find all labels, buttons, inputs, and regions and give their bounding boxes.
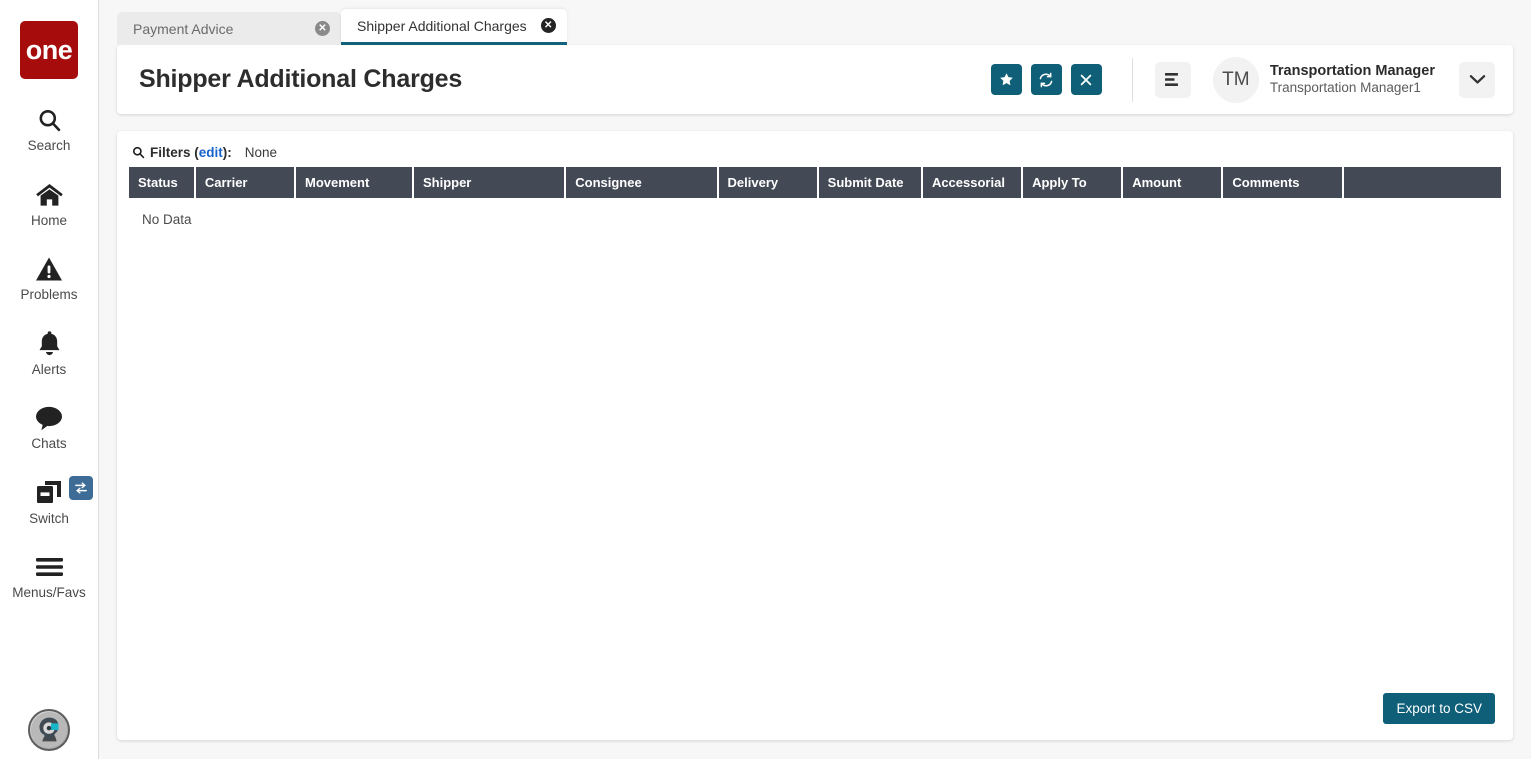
column-header-consignee[interactable]: Consignee bbox=[565, 167, 717, 198]
sidebar-item-menus-favs[interactable]: Menus/Favs bbox=[0, 552, 99, 601]
filters-paren-open: ( bbox=[191, 145, 199, 160]
close-circle-icon[interactable]: ✕ bbox=[315, 21, 330, 36]
swap-arrows-icon[interactable] bbox=[69, 476, 93, 500]
column-header-carrier[interactable]: Carrier bbox=[195, 167, 295, 198]
avatar[interactable]: TM bbox=[1213, 57, 1259, 103]
sidebar-item-problems[interactable]: Problems bbox=[0, 254, 99, 303]
header-actions: TM Transportation Manager Transportation… bbox=[982, 57, 1495, 103]
table-header-row: Status Carrier Movement Shipper Consigne… bbox=[129, 167, 1501, 198]
column-header-delivery[interactable]: Delivery bbox=[718, 167, 818, 198]
column-header-accessorial[interactable]: Accessorial bbox=[922, 167, 1022, 198]
page-title: Shipper Additional Charges bbox=[139, 65, 462, 94]
grid-card: Filters ( edit ) : None Status Carrier bbox=[117, 131, 1513, 740]
main-area: Payment Advice ✕ Shipper Additional Char… bbox=[99, 0, 1531, 759]
list-menu-icon bbox=[1164, 72, 1182, 87]
magnifier-icon bbox=[132, 146, 145, 159]
search-icon bbox=[36, 105, 63, 135]
list-menu-button[interactable] bbox=[1155, 62, 1191, 98]
problems-warning-icon bbox=[35, 254, 63, 284]
sidebar-item-label: Alerts bbox=[32, 362, 67, 378]
column-header-submit-date[interactable]: Submit Date bbox=[818, 167, 922, 198]
filters-colon: : bbox=[227, 145, 232, 160]
sidebar-item-home[interactable]: Home bbox=[0, 180, 99, 229]
column-header-comments[interactable]: Comments bbox=[1222, 167, 1343, 198]
sidebar-item-chats[interactable]: Chats bbox=[0, 403, 99, 452]
filters-bar: Filters ( edit ) : None bbox=[129, 143, 1501, 167]
chevron-down-icon bbox=[1469, 74, 1486, 85]
tab-shipper-additional-charges[interactable]: Shipper Additional Charges ✕ bbox=[341, 9, 567, 45]
left-sidebar: one Search Home bbox=[0, 0, 99, 759]
sidebar-item-search[interactable]: Search bbox=[0, 105, 99, 154]
close-button[interactable] bbox=[1071, 64, 1102, 95]
close-glyph: ✕ bbox=[544, 21, 552, 31]
filters-label: Filters bbox=[150, 145, 191, 160]
app-root: one Search Home bbox=[0, 0, 1531, 759]
column-header-status[interactable]: Status bbox=[129, 167, 195, 198]
column-header-apply-to[interactable]: Apply To bbox=[1022, 167, 1122, 198]
filters-edit-link[interactable]: edit bbox=[199, 145, 223, 160]
close-circle-icon[interactable]: ✕ bbox=[541, 18, 556, 33]
tab-payment-advice[interactable]: Payment Advice ✕ bbox=[117, 12, 341, 45]
hamburger-icon bbox=[35, 552, 64, 582]
tab-strip: Payment Advice ✕ Shipper Additional Char… bbox=[99, 0, 1531, 45]
sidebar-item-switch[interactable]: Switch bbox=[0, 478, 99, 527]
home-icon bbox=[35, 180, 64, 210]
user-menu-button[interactable] bbox=[1459, 62, 1495, 98]
favorite-button[interactable] bbox=[991, 64, 1022, 95]
sidebar-item-label: Chats bbox=[31, 436, 66, 452]
sidebar-item-label: Search bbox=[28, 138, 71, 154]
assistant-avatar-icon[interactable] bbox=[28, 709, 70, 751]
user-name: Transportation Manager bbox=[1270, 62, 1435, 80]
empty-state-message: No Data bbox=[129, 198, 1501, 227]
avatar-initials: TM bbox=[1222, 69, 1249, 91]
star-icon bbox=[999, 72, 1014, 87]
user-info[interactable]: Transportation Manager Transportation Ma… bbox=[1270, 62, 1435, 97]
sidebar-item-label: Menus/Favs bbox=[12, 585, 86, 601]
refresh-button[interactable] bbox=[1031, 64, 1062, 95]
column-header-actions[interactable] bbox=[1343, 167, 1501, 198]
one-logo[interactable]: one bbox=[20, 21, 78, 79]
sidebar-item-label: Switch bbox=[29, 511, 69, 527]
column-header-shipper[interactable]: Shipper bbox=[413, 167, 565, 198]
logo-text: one bbox=[26, 37, 73, 64]
sidebar-item-label: Problems bbox=[20, 287, 77, 303]
close-glyph: ✕ bbox=[318, 24, 326, 34]
column-header-movement[interactable]: Movement bbox=[295, 167, 413, 198]
page-header-card: Shipper Additional Charges bbox=[117, 45, 1513, 114]
chat-bubble-icon bbox=[34, 403, 64, 433]
table-body: No Data bbox=[129, 198, 1501, 227]
sidebar-item-alerts[interactable]: Alerts bbox=[0, 329, 99, 378]
bell-alerts-icon bbox=[37, 329, 62, 359]
tab-label: Payment Advice bbox=[133, 21, 233, 37]
sidebar-item-label: Home bbox=[31, 213, 67, 229]
switch-windows-icon bbox=[34, 478, 65, 508]
tab-label: Shipper Additional Charges bbox=[357, 18, 527, 34]
filters-value: None bbox=[245, 145, 277, 160]
refresh-icon bbox=[1038, 72, 1054, 88]
user-role: Transportation Manager1 bbox=[1270, 80, 1435, 97]
charges-table: Status Carrier Movement Shipper Consigne… bbox=[129, 167, 1501, 227]
x-icon bbox=[1079, 73, 1093, 87]
empty-state-row: No Data bbox=[129, 198, 1501, 227]
header-divider bbox=[1132, 58, 1133, 102]
column-header-amount[interactable]: Amount bbox=[1122, 167, 1222, 198]
export-to-csv-button[interactable]: Export to CSV bbox=[1383, 693, 1495, 724]
